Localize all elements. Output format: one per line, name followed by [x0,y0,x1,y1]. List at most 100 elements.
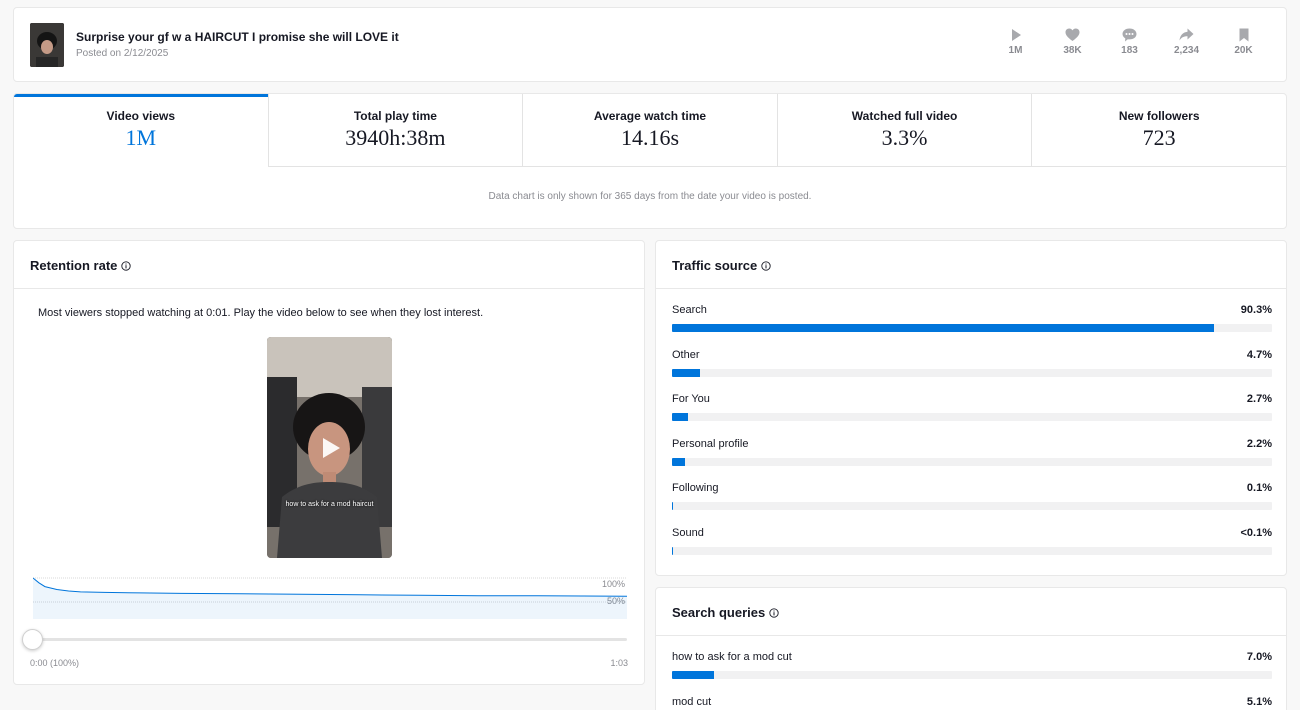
views-stat: 1M [987,28,1044,56]
bar-header: how to ask for a mod cut 7.0% [672,651,1272,663]
progress-fill [672,671,714,679]
progress-track [672,502,1272,510]
metric-value: 1M [125,125,157,150]
play-icon[interactable] [321,437,341,459]
metric-value: 14.16s [620,125,680,150]
source-label: mod cut [672,696,712,708]
bar-header: Search 90.3% [672,304,1272,316]
metrics-card: Video views 1M Total play time 3940h:38m… [13,93,1287,229]
info-icon[interactable] [121,261,132,271]
retention-title-row: Retention rate [14,241,644,289]
progress-track [672,413,1272,421]
metric-label: Watched full video [851,109,958,123]
source-percent: 4.7% [1246,348,1272,361]
info-icon[interactable] [769,608,779,618]
chart-availability-note: Data chart is only shown for 365 days fr… [488,191,812,202]
tab-watched-full-video[interactable]: Watched full video 3.3% [776,94,1032,167]
tab-average-watch-time[interactable]: Average watch time 14.16s [522,94,777,167]
metric-label: New followers [1118,109,1200,123]
bar-header: Personal profile 2.2% [672,438,1272,450]
shares-count: 2,234 [1173,45,1200,56]
source-label: Search [672,304,707,316]
source-percent: 0.1% [1246,482,1272,494]
video-caption: how to ask for a mod haircut [285,501,374,508]
tab-new-followers[interactable]: New followers 723 [1031,94,1286,167]
search-queries-card: Search queries how to ask for a mod cut 7… [655,587,1287,710]
video-header-card: Surprise your gf w a HAIRCUT I promise s… [13,7,1287,82]
source-row: Other 4.7% [672,349,1272,377]
search-title-row: Search queries [656,588,1286,636]
bookmark-icon [1239,28,1248,42]
metric-tabs: Video views 1M Total play time 3940h:38m… [14,94,1286,167]
source-percent: 90.3% [1240,304,1272,316]
progress-fill [672,368,701,377]
bar-header: Following 0.1% [672,482,1272,494]
video-thumbnail[interactable] [30,23,64,67]
retention-description: Most viewers stopped watching at 0:01. P… [38,307,484,319]
comments-stat: 183 [1101,28,1158,56]
shares-stat: 2,234 [1158,28,1215,56]
source-row: Personal profile 2.2% [672,438,1272,466]
traffic-title-row: Traffic source [656,241,1286,289]
play-icon [1011,29,1021,41]
source-label: Following [672,482,719,494]
comment-icon [1122,28,1137,42]
progress-fill [672,457,686,466]
posted-date: Posted on 2/12/2025 [76,48,169,59]
source-row: mod cut 5.1% [672,696,1272,710]
metric-label: Total play time [353,109,437,123]
progress-fill [672,546,673,555]
source-label: For You [672,393,710,405]
tab-video-views[interactable]: Video views 1M [14,94,268,167]
progress-track [672,324,1272,332]
share-icon [1179,28,1194,41]
bar-header: For You 2.7% [672,393,1272,405]
metric-value: 723 [1142,125,1176,150]
source-row: how to ask for a mod cut 7.0% [672,651,1272,679]
card-title: Retention rate [30,258,118,273]
metric-value: 3940h:38m [345,125,446,150]
progress-track [672,546,1272,555]
video-player[interactable]: how to ask for a mod haircut [267,337,392,558]
source-label: Personal profile [672,437,749,450]
saves-stat: 20K [1215,28,1272,56]
label-100: 100% [602,579,625,589]
traffic-source-card: Traffic source Search 90.3% Other 4.7% For Y… [655,240,1287,576]
info-icon[interactable] [761,261,771,271]
video-title: Surprise your gf w a HAIRCUT I promise s… [76,30,399,44]
engagement-stats: 1M 38K 183 2,234 20K [987,28,1272,56]
bar-header: Sound <0.1% [672,527,1272,539]
source-label: how to ask for a mod cut [672,651,792,663]
bar-header: mod cut 5.1% [672,696,1272,708]
metric-label: Video views [106,109,176,123]
progress-fill [672,324,1214,332]
likes-count: 38K [1063,45,1082,56]
source-row: Search 90.3% [672,304,1272,332]
saves-count: 20K [1234,45,1253,56]
source-percent: 2.7% [1246,393,1272,405]
views-count: 1M [1008,45,1023,56]
source-percent: 2.2% [1246,437,1272,450]
source-percent: 5.1% [1246,696,1272,708]
source-label: Other [672,348,700,361]
source-row: Sound <0.1% [672,527,1272,555]
progress-track [672,671,1272,679]
source-row: Following 0.1% [672,482,1272,510]
retention-area [33,578,627,619]
card-title: Traffic source [672,258,758,273]
timeline-track[interactable] [33,638,627,641]
metric-value: 3.3% [881,125,928,150]
source-percent: 7.0% [1246,651,1272,663]
timeline-start-label: 0:00 (100%) [30,658,80,668]
progress-fill [672,413,689,421]
card-title: Search queries [672,605,766,620]
bar-header: Other 4.7% [672,349,1272,361]
timeline-handle[interactable] [22,629,43,650]
source-percent: <0.1% [1240,526,1273,539]
retention-chart: 100% 50% [33,577,627,619]
tab-total-play-time[interactable]: Total play time 3940h:38m [267,94,523,167]
retention-rate-card: Retention rate Most viewers stopped watc… [13,240,645,685]
progress-fill [672,502,673,510]
progress-track [672,368,1272,377]
source-label: Sound [672,526,704,539]
